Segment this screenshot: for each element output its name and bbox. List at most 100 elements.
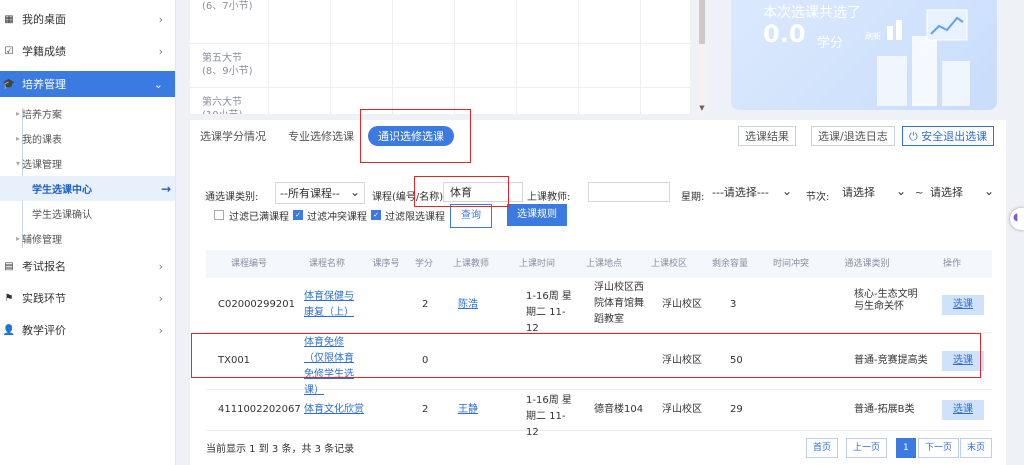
- category-select[interactable]: --所有课程-- ⌄: [275, 182, 365, 204]
- sidebar-item-course-mgmt[interactable]: ▾ 选课管理: [0, 151, 175, 176]
- course-campus: 浮山校区: [662, 299, 702, 310]
- sidebar-item-label: 学籍成绩: [22, 45, 66, 58]
- next-page-button[interactable]: 下一页: [918, 438, 960, 458]
- column-header: 课程名称: [308, 259, 345, 269]
- category-label: 通选课类别:: [205, 192, 259, 203]
- sidebar-item-label: 考试报名: [22, 260, 66, 273]
- sidebar-item-training[interactable]: 🎓 培养管理 ⌄: [0, 71, 175, 97]
- person-icon: 👤: [2, 324, 16, 336]
- sidebar-item-minor[interactable]: ▸ 辅修管理: [0, 226, 175, 251]
- exit-label: 安全退出选课: [921, 130, 988, 143]
- column-header: 上课地点: [585, 259, 622, 269]
- course-table: 课程编号 课程名称 课序号 学分 上课教师 上课时间 上课地点 上课校区 剩余容…: [206, 250, 992, 438]
- sidebar-item-course-confirm[interactable]: 学生选课确认: [0, 201, 175, 226]
- course-name-link[interactable]: 体育保健与康复（上）: [304, 289, 362, 321]
- chevron-down-icon: ⌄: [781, 184, 792, 198]
- sidebar-item-label: 我的课表: [22, 135, 63, 146]
- course-category: 普通-竞赛提高类: [854, 355, 928, 366]
- teacher-link[interactable]: 陈浩: [458, 297, 478, 313]
- sidebar-item-grades[interactable]: ☑ 学籍成绩 ›: [0, 38, 175, 64]
- sidebar-item-practice[interactable]: ⚑ 实践环节 ›: [0, 285, 175, 311]
- last-page-button[interactable]: 末页: [960, 438, 993, 458]
- document-icon: ▤: [4, 260, 14, 272]
- period-from-select[interactable]: 请选择 ⌄: [842, 182, 910, 202]
- column-header: 时间冲突: [772, 259, 809, 269]
- filter-full-checkbox[interactable]: [214, 210, 224, 220]
- chevron-right-icon: ›: [158, 259, 163, 273]
- period-separator: ~: [915, 188, 924, 199]
- course-credit: 0: [422, 355, 429, 366]
- course-code: C02000299201: [218, 299, 295, 310]
- filter-conflict-label: 过滤冲突课程: [307, 212, 367, 223]
- credit-unit: 学分: [817, 36, 844, 51]
- chevron-right-icon: ›: [158, 44, 163, 58]
- course-campus: 浮山校区: [662, 355, 702, 366]
- select-course-button[interactable]: 选课: [942, 295, 984, 315]
- sidebar-item-desktop[interactable]: ▦ 我的桌面 ›: [0, 6, 175, 32]
- course-credit: 2: [422, 404, 429, 415]
- sidebar-item-course-center[interactable]: 学生选课中心 →: [0, 176, 175, 201]
- schedule-scrollbar[interactable]: ▼: [698, 0, 706, 116]
- tab-general-elective[interactable]: 通识选修选课: [368, 126, 454, 146]
- flag-icon: ⚑: [4, 292, 14, 304]
- weekday-label: 星期:: [681, 192, 705, 203]
- schedule-period-label: 第五大节 (8、9小节): [202, 53, 253, 77]
- weekday-select[interactable]: ---请选择--- ⌄: [712, 182, 796, 202]
- sidebar-item-label: 选课管理: [22, 160, 63, 171]
- column-header: 上课校区: [650, 259, 687, 269]
- period-to-select[interactable]: 请选择 ⌄: [930, 182, 998, 202]
- schedule-period-label: 第六大节 (10小节): [202, 97, 243, 114]
- teacher-link[interactable]: 王静: [458, 402, 478, 418]
- chevron-down-icon: ⌄: [983, 184, 994, 198]
- course-time: 1-16周 星期二 11-12: [526, 395, 572, 438]
- column-header: 课程编号: [230, 259, 267, 269]
- graduation-cap-icon: 🎓: [2, 78, 16, 90]
- teacher-input[interactable]: [588, 182, 670, 202]
- sidebar-item-label: 教学评价: [22, 324, 66, 337]
- sidebar-item-my-schedule[interactable]: ▸ 我的课表: [0, 126, 175, 151]
- period-to-value: 请选择: [930, 186, 963, 199]
- sidebar-item-label: 学生选课确认: [32, 210, 92, 221]
- chat-icon: ◖: [1013, 212, 1019, 223]
- course-name-link[interactable]: 体育文化欣赏: [304, 402, 364, 418]
- building-illustration: [877, 9, 970, 106]
- teacher-label: 上课教师:: [527, 192, 571, 203]
- tab-credit-status[interactable]: 选课学分情况: [200, 128, 266, 144]
- course-time: 1-16周 星期二 11-12: [526, 291, 572, 334]
- query-button[interactable]: 查询: [450, 204, 492, 228]
- course-category: 核心-生态文明与生命关怀: [854, 289, 918, 312]
- main-area: (6、7小节) 第五大节 (8、9小节) 第六大节 (10小节) ▼ 本次选课共…: [176, 0, 1024, 465]
- scroll-down-icon[interactable]: ▼: [698, 104, 706, 112]
- column-header: 操作: [942, 259, 961, 269]
- prev-page-button[interactable]: 上一页: [846, 438, 888, 458]
- column-header: 上课时间: [518, 259, 555, 269]
- sidebar-item-evaluation[interactable]: 👤 教学评价 ›: [0, 317, 175, 343]
- chevron-down-icon: ⌄: [349, 185, 360, 199]
- grid-icon: ▦: [4, 13, 14, 25]
- course-search-input[interactable]: 体育: [443, 182, 523, 202]
- table-header: 课程编号 课程名称 课序号 学分 上课教师 上课时间 上课地点 上课校区 剩余容…: [206, 250, 992, 278]
- tab-major-elective[interactable]: 专业选修选课: [288, 128, 354, 144]
- filter-limit-checkbox[interactable]: ✓: [371, 210, 381, 220]
- rules-button[interactable]: 选课规则: [507, 204, 567, 226]
- select-course-button[interactable]: 选课: [942, 351, 984, 371]
- weekday-value: ---请选择---: [712, 186, 769, 199]
- period-from-value: 请选择: [842, 186, 875, 199]
- scroll-thumb[interactable]: [699, 0, 705, 44]
- course-remain: 3: [730, 299, 737, 310]
- power-icon: ⏻: [909, 130, 922, 143]
- sidebar-item-training-plan[interactable]: ▸ 培养方案: [0, 101, 175, 126]
- current-page-button[interactable]: 1: [896, 438, 916, 458]
- sidebar-item-exam[interactable]: ▤ 考试报名 ›: [0, 253, 175, 279]
- select-course-button[interactable]: 选课: [942, 400, 984, 420]
- filter-limit-label: 过滤限选课程: [385, 212, 445, 223]
- course-result-button[interactable]: 选课结果: [738, 126, 796, 146]
- chevron-down-icon: ⌄: [895, 184, 906, 198]
- course-place: 德音楼104: [594, 404, 644, 415]
- course-place: 浮山校区西院体育馆舞蹈教室: [594, 282, 644, 325]
- exit-course-button[interactable]: ⏻ 安全退出选课: [902, 126, 995, 146]
- course-log-button[interactable]: 选课/退选日志: [811, 126, 895, 146]
- table-row: C02000299201 体育保健与康复（上） 2 陈浩 1-16周 星期二 1…: [206, 278, 992, 334]
- first-page-button[interactable]: 首页: [806, 438, 839, 458]
- filter-conflict-checkbox[interactable]: ✓: [293, 210, 303, 220]
